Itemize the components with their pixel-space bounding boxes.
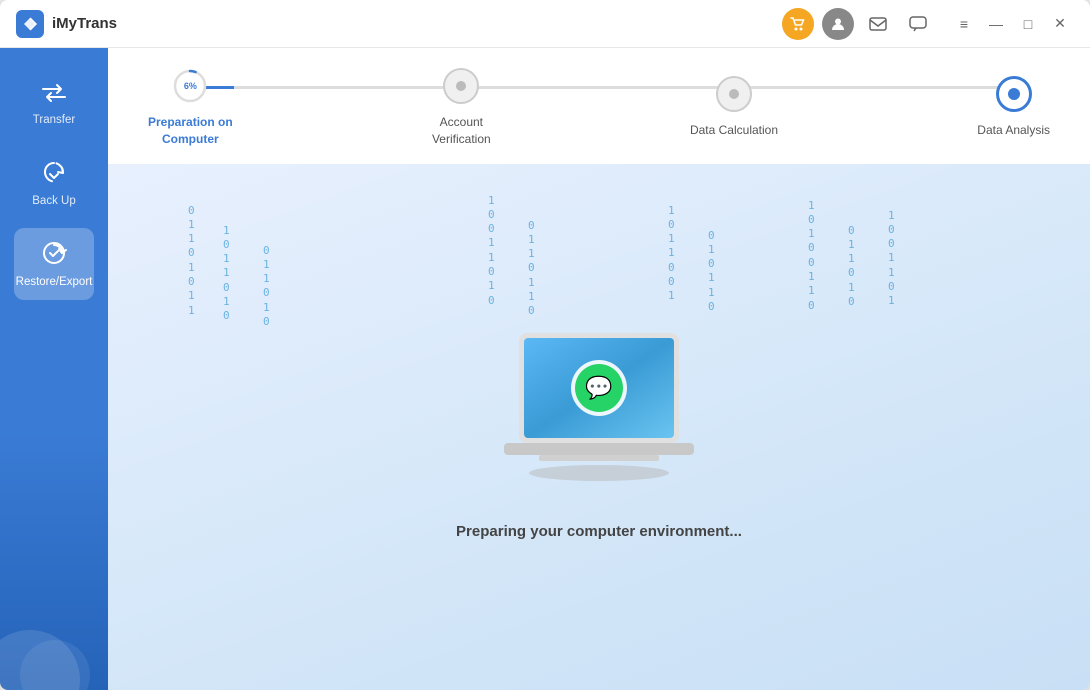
binary-col-5: 0110110 — [528, 219, 535, 319]
binary-col-7: 010110 — [708, 229, 715, 315]
step-1-percent: 6% — [184, 81, 197, 91]
app-name: iMyTrans — [52, 15, 117, 32]
sidebar-item-backup[interactable]: Back Up — [14, 148, 94, 220]
sidebar-item-transfer[interactable]: Transfer — [14, 68, 94, 140]
binary-col-10: 1001101 — [888, 209, 895, 309]
user-button[interactable] — [822, 8, 854, 40]
title-bar-actions: ≡ — □ ✕ — [782, 8, 1074, 40]
step-1: 6% Preparation onComputer — [148, 68, 233, 148]
binary-col-4: 10011010 — [488, 194, 495, 308]
step-4-inner — [1008, 88, 1020, 100]
step-2-label: AccountVerification — [432, 114, 491, 148]
step-2: AccountVerification — [432, 68, 491, 148]
shop-button[interactable] — [782, 8, 814, 40]
status-text: Preparing your computer environment... — [456, 523, 742, 540]
title-bar: iMyTrans — [0, 0, 1090, 48]
main-content: Transfer Back Up — [0, 48, 1090, 690]
progress-line-bg — [184, 86, 1014, 89]
step-3-label: Data Calculation — [690, 122, 778, 139]
close-button[interactable]: ✕ — [1046, 10, 1074, 38]
step-3: Data Calculation — [690, 76, 778, 139]
binary-col-9: 011010 — [848, 224, 855, 310]
sidebar: Transfer Back Up — [0, 48, 108, 690]
restore-icon — [41, 240, 67, 270]
backup-label: Back Up — [32, 195, 75, 207]
step-4-circle — [996, 76, 1032, 112]
step-1-circle: 6% — [172, 68, 208, 104]
chat-button[interactable] — [902, 8, 934, 40]
binary-col-3: 011010 — [263, 244, 270, 330]
sidebar-decoration — [0, 570, 108, 690]
window-controls: ≡ — □ ✕ — [950, 10, 1074, 38]
maximize-button[interactable]: □ — [1014, 10, 1042, 38]
transfer-label: Transfer — [33, 114, 75, 126]
progress-steps: 6% Preparation onComputer AccountVerific… — [148, 68, 1050, 148]
app-logo: iMyTrans — [16, 10, 117, 38]
step-4: Data Analysis — [977, 76, 1050, 139]
binary-col-6: 1011001 — [668, 204, 675, 304]
step-2-circle — [443, 68, 479, 104]
step-3-circle — [716, 76, 752, 112]
binary-col-2: 1011010 — [223, 224, 230, 324]
step-1-label: Preparation onComputer — [148, 114, 233, 148]
app-logo-icon — [16, 10, 44, 38]
step-4-label: Data Analysis — [977, 122, 1050, 139]
svg-text:💬: 💬 — [585, 375, 612, 400]
minimize-button[interactable]: — — [982, 10, 1010, 38]
progress-area: 6% Preparation onComputer AccountVerific… — [108, 48, 1090, 164]
right-panel: 6% Preparation onComputer AccountVerific… — [108, 48, 1090, 690]
binary-col-8: 10100110 — [808, 199, 815, 313]
laptop-illustration: 💬 — [459, 313, 739, 513]
binary-col-1: 01101011 — [188, 204, 195, 318]
menu-button[interactable]: ≡ — [950, 10, 978, 38]
visual-area: 01101011 1011010 011010 10011010 0110110… — [108, 164, 1090, 690]
sidebar-item-restore[interactable]: Restore/Export — [14, 228, 94, 300]
app-window: iMyTrans — [0, 0, 1090, 690]
restore-label: Restore/Export — [16, 276, 93, 288]
transfer-icon — [41, 82, 67, 108]
backup-icon — [42, 161, 66, 189]
mail-button[interactable] — [862, 8, 894, 40]
